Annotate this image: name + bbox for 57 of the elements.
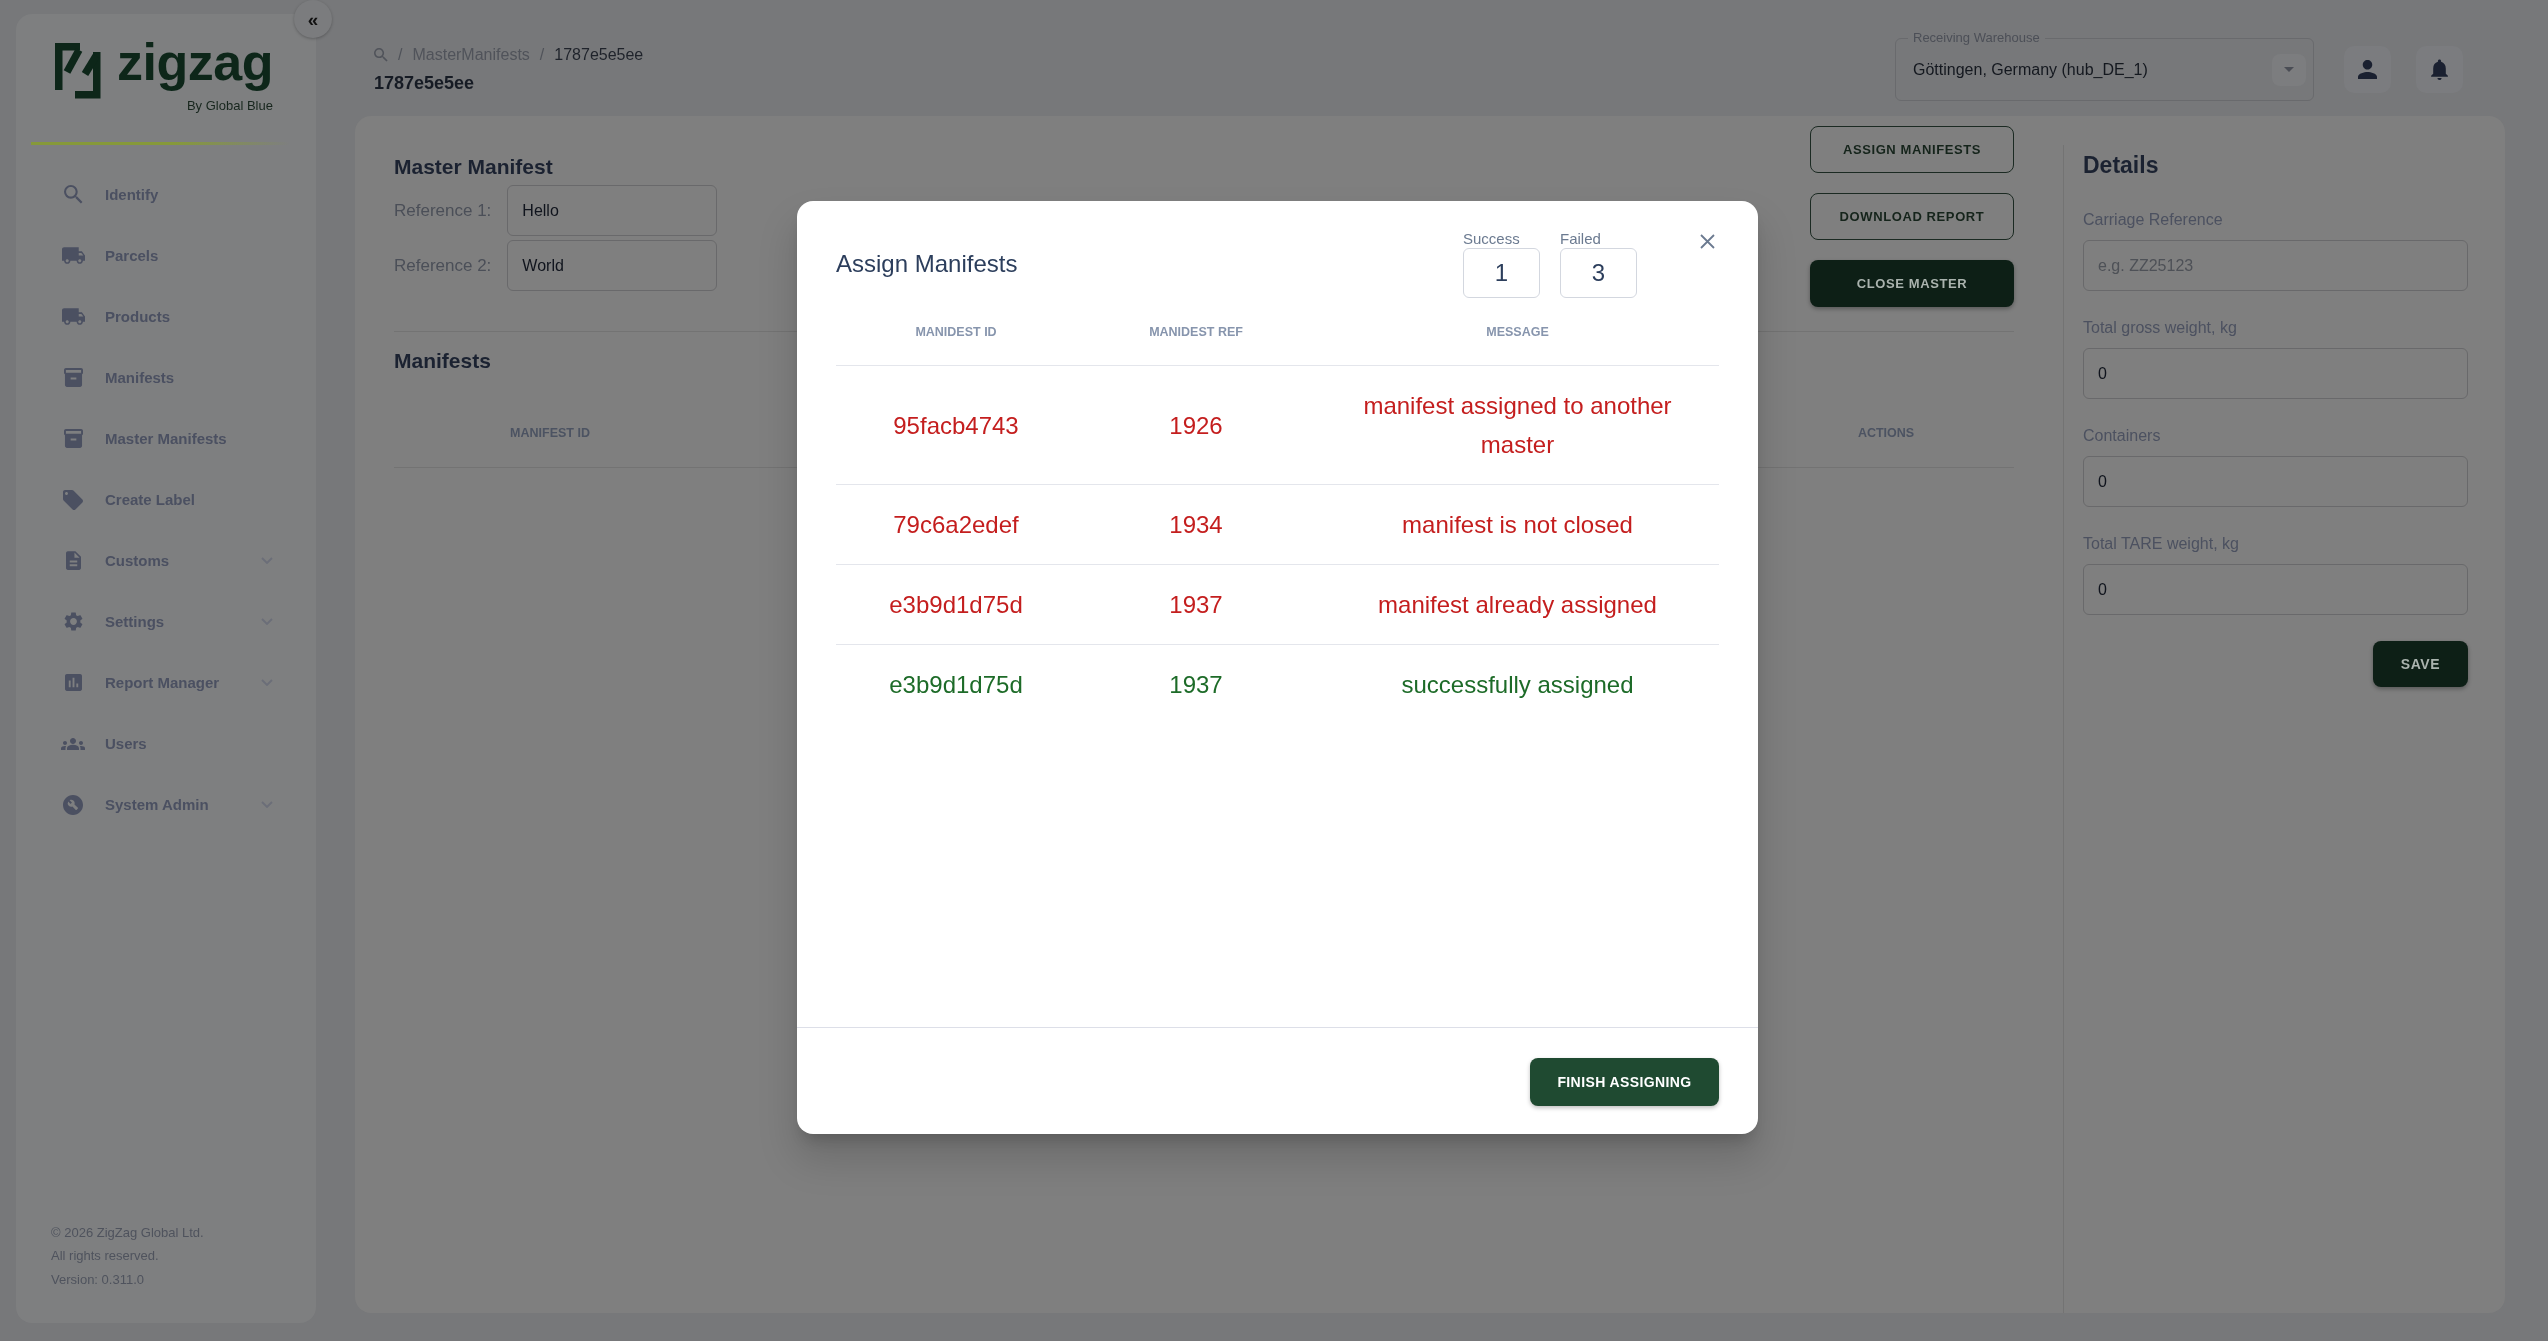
dialog-title: Assign Manifests [836, 249, 1018, 279]
collapse-button[interactable]: « [294, 0, 332, 38]
table-cell-text: 1926 [1168, 410, 1224, 441]
archive-box-icon [63, 368, 83, 387]
table-cell-text: successfully assigned [1400, 670, 1635, 700]
truck-icon [61, 308, 85, 325]
bell-icon [2431, 59, 2448, 80]
table-cell-text: 1937 [1168, 590, 1224, 620]
person-icon [2358, 60, 2377, 79]
table-cell-text: manifest already assigned [1377, 590, 1658, 620]
action-button[interactable]: CLOSE MASTER [1810, 260, 2014, 307]
text-input[interactable]: World [507, 240, 718, 291]
table-cell-text: e3b9d1d75d [888, 670, 1024, 700]
select-value: Göttingen, Germany (hub_DE_1) [1913, 60, 2149, 79]
breadcrumb-separator: / [398, 46, 403, 64]
text-input[interactable]: 0 [2083, 348, 2468, 399]
action-button[interactable]: ASSIGN MANIFESTS [1810, 126, 2014, 173]
text-input[interactable]: Hello [507, 185, 718, 236]
search-icon [63, 185, 83, 204]
column-header: MANIDEST ID [914, 324, 998, 339]
counter-label: Failed [1560, 230, 1602, 248]
logo-icon [55, 43, 101, 99]
table-cell-text: 79c6a2edef [892, 510, 1020, 540]
section-title: Master Manifest [394, 154, 554, 180]
text-input[interactable]: 0 [2083, 564, 2468, 615]
table-cell-text: manifest is not closed [1401, 510, 1634, 540]
notifications-button[interactable] [2416, 46, 2463, 93]
panel-title: Details [2083, 151, 2160, 179]
counter-value: 1 [1463, 248, 1540, 298]
caret-down-icon [2284, 67, 2294, 72]
archive-box-icon [63, 429, 83, 448]
breadcrumb-separator: / [539, 46, 545, 64]
column-header: MANIDEST REF [1148, 324, 1244, 339]
action-button[interactable]: DOWNLOAD REPORT [1810, 193, 2014, 240]
page-title: 1787e5e5ee [374, 72, 476, 94]
profile-button[interactable] [2344, 46, 2391, 93]
tag-icon [63, 489, 83, 510]
table-cell-text: 1937 [1168, 670, 1224, 700]
section-title: Manifests [394, 348, 492, 374]
breadcrumb-current: 1787e5e5ee [554, 46, 644, 64]
counter-value: 3 [1560, 248, 1637, 298]
finish-button[interactable]: FINISH ASSIGNING [1530, 1058, 1719, 1106]
close-icon [1699, 233, 1715, 249]
people-icon [61, 737, 85, 750]
save-button[interactable]: SAVE [2373, 641, 2468, 687]
settings-icon [63, 612, 83, 631]
truck-icon [61, 247, 85, 264]
text-input[interactable]: 0 [2083, 456, 2468, 507]
document-icon [65, 551, 81, 570]
table-cell-text: 1934 [1168, 510, 1224, 540]
table-cell-text: 95facb4743 [892, 410, 1020, 441]
table-cell-text: manifest assigned to another master [1362, 391, 1673, 460]
counter-label: Success [1463, 230, 1521, 248]
table-cell-text: e3b9d1d75d [888, 590, 1024, 620]
logo-tagline: By Global Blue [186, 98, 273, 113]
bar-chart-icon [64, 674, 82, 691]
column-header: MESSAGE [1485, 324, 1550, 339]
